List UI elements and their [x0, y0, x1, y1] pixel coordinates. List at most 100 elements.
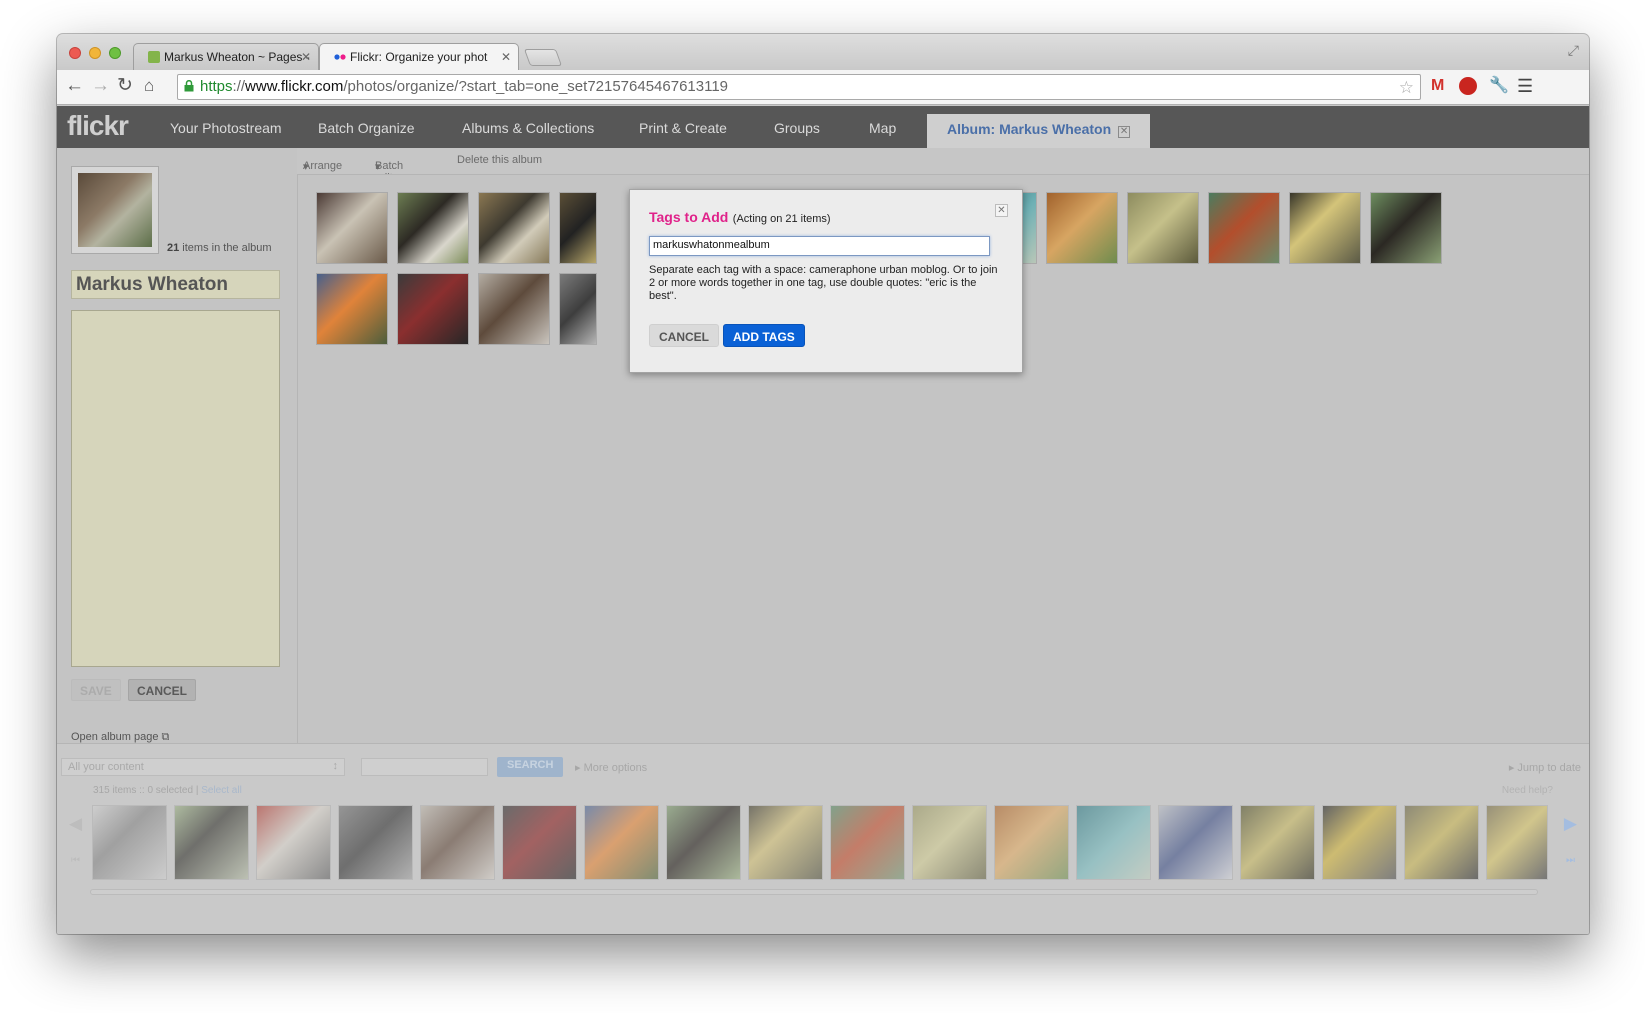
need-help-link[interactable]: Need help? — [1502, 785, 1553, 796]
scroll-left-icon[interactable]: ◀ — [69, 814, 82, 834]
chevron-updown-icon: ↕ — [332, 760, 339, 772]
flickr-logo[interactable]: flickr — [67, 110, 129, 142]
album-title-field[interactable]: Markus Wheaton — [71, 270, 280, 299]
strip-photo[interactable] — [338, 805, 413, 880]
chevron-down-icon: ▾ — [303, 161, 309, 173]
wrench-icon[interactable]: 🔧 — [1489, 76, 1509, 96]
select-all-link[interactable]: Select all — [201, 785, 242, 796]
delete-album-link[interactable]: Delete this album — [457, 154, 542, 166]
nav-map[interactable]: Map — [869, 120, 896, 136]
album-photo[interactable] — [1289, 192, 1361, 264]
close-icon[interactable]: ✕ — [995, 204, 1008, 217]
dialog-subtitle: (Acting on 21 items) — [732, 213, 831, 225]
scroll-end-icon[interactable]: ⏭ — [1566, 855, 1575, 866]
album-photo[interactable] — [478, 192, 550, 264]
browser-tab-flickr[interactable]: Flickr: Organize your phot ✕ — [319, 43, 519, 70]
album-cover[interactable] — [71, 166, 159, 254]
address-bar[interactable]: https://www.flickr.com/photos/organize/?… — [177, 74, 1421, 100]
strip-photo[interactable] — [830, 805, 905, 880]
gmail-icon[interactable]: M — [1431, 76, 1444, 96]
strip-photo[interactable] — [1158, 805, 1233, 880]
album-photo[interactable] — [397, 273, 469, 345]
album-photo[interactable] — [478, 273, 550, 345]
album-tab-label: Album: Markus Wheaton — [947, 121, 1112, 137]
nav-album-tab[interactable]: Album: Markus Wheaton ✕ — [927, 114, 1151, 148]
album-description-field[interactable] — [71, 310, 280, 667]
chevron-right-icon: ▸ — [575, 762, 581, 774]
more-options-link[interactable]: ▸ More options — [575, 761, 647, 774]
album-photo[interactable] — [1208, 192, 1280, 264]
close-tab-icon[interactable]: ✕ — [501, 44, 511, 70]
dialog-cancel-button[interactable]: CANCEL — [649, 324, 719, 347]
strip-photo[interactable] — [666, 805, 741, 880]
strip-photo[interactable] — [420, 805, 495, 880]
star-icon[interactable]: ☆ — [1399, 76, 1414, 100]
strip-photo[interactable] — [1486, 805, 1548, 880]
zoom-window-button[interactable] — [109, 47, 121, 59]
nav-groups[interactable]: Groups — [774, 120, 820, 136]
tags-to-add-dialog: ✕ Tags to Add (Acting on 21 items) marku… — [629, 189, 1023, 373]
strip-photo[interactable] — [174, 805, 249, 880]
browser-window: Markus Wheaton ~ Pages - ✕ Flickr: Organ… — [57, 34, 1589, 934]
search-input[interactable] — [361, 758, 488, 776]
nav-albums-collections[interactable]: Albums & Collections — [462, 120, 594, 136]
album-photo[interactable] — [316, 273, 388, 345]
strip-photo[interactable] — [1076, 805, 1151, 880]
close-icon[interactable]: ✕ — [1118, 126, 1131, 138]
album-photo[interactable] — [1370, 192, 1442, 264]
add-tags-button[interactable]: ADD TAGS — [723, 324, 805, 347]
content-filter-select[interactable]: All your content ↕ — [61, 758, 345, 776]
close-tab-icon[interactable]: ✕ — [301, 44, 311, 70]
home-icon[interactable]: ⌂ — [144, 75, 154, 97]
forward-icon[interactable]: → — [91, 75, 110, 97]
filter-label: All your content — [68, 761, 144, 773]
search-button[interactable]: SEARCH — [497, 757, 564, 777]
nav-print-create[interactable]: Print & Create — [639, 120, 727, 136]
strip-photo[interactable] — [584, 805, 659, 880]
jump-to-date-link[interactable]: ▸ Jump to date — [1509, 761, 1581, 774]
nav-your-photostream[interactable]: Your Photostream — [170, 120, 282, 136]
strip-photo[interactable] — [748, 805, 823, 880]
album-photo[interactable] — [559, 192, 597, 264]
cancel-button[interactable]: CANCEL — [128, 679, 196, 701]
back-icon[interactable]: ← — [65, 75, 84, 97]
browser-toolbar: ← → ↻ ⌂ https://www.flickr.com/photos/or… — [57, 70, 1589, 105]
minimize-window-button[interactable] — [89, 47, 101, 59]
dialog-body: ✕ Tags to Add (Acting on 21 items) marku… — [638, 198, 1014, 364]
chevron-right-icon: ▸ — [1508, 762, 1515, 774]
close-window-button[interactable] — [69, 47, 81, 59]
reload-icon[interactable]: ↻ — [117, 75, 133, 97]
strip-photo[interactable] — [256, 805, 331, 880]
strip-photo[interactable] — [502, 805, 577, 880]
album-photo[interactable] — [1127, 192, 1199, 264]
album-photo[interactable] — [1046, 192, 1118, 264]
url-host: www.flickr.com — [245, 78, 344, 95]
new-tab-button[interactable] — [523, 49, 563, 66]
adblock-icon[interactable] — [1459, 77, 1477, 95]
cover-photo — [78, 173, 152, 247]
tags-input[interactable]: markuswhatonmealbum — [649, 236, 990, 256]
tab-strip: Markus Wheaton ~ Pages - ✕ Flickr: Organ… — [57, 34, 1589, 70]
album-photo[interactable] — [316, 192, 388, 264]
more-options-label: More options — [583, 762, 648, 774]
url-scheme: https — [200, 78, 233, 95]
save-button[interactable]: SAVE — [71, 679, 121, 701]
strip-photo[interactable] — [994, 805, 1069, 880]
strip-photo[interactable] — [92, 805, 167, 880]
nav-batch-organize[interactable]: Batch Organize — [318, 120, 415, 136]
browser-tab-pages[interactable]: Markus Wheaton ~ Pages - ✕ — [133, 43, 319, 70]
scroll-start-icon[interactable]: ⏮ — [71, 855, 80, 866]
strip-photo[interactable] — [1240, 805, 1315, 880]
selection-count-label: 315 items :: 0 selected | — [93, 785, 202, 796]
jump-to-date-label: Jump to date — [1517, 762, 1581, 774]
dialog-title: Tags to Add (Acting on 21 items) — [649, 209, 831, 227]
album-photo[interactable] — [559, 273, 597, 345]
strip-photo[interactable] — [912, 805, 987, 880]
album-photo[interactable] — [397, 192, 469, 264]
scroll-right-icon[interactable]: ▶ — [1564, 814, 1577, 834]
fullscreen-icon[interactable]: ⤢ — [1568, 42, 1579, 59]
menu-icon[interactable]: ☰ — [1517, 76, 1533, 96]
strip-photo[interactable] — [1404, 805, 1479, 880]
strip-photo[interactable] — [1322, 805, 1397, 880]
strip-scrollbar[interactable] — [90, 889, 1538, 895]
